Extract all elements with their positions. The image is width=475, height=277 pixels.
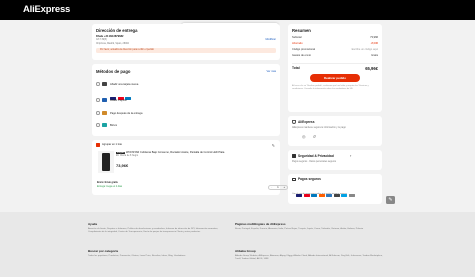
- top-header: AliExpress: [0, 0, 475, 20]
- total-label: Total: [292, 66, 300, 70]
- secure-payments-text: Con el uso de pago procesados que están …: [292, 193, 347, 195]
- product-price: 73,96€: [116, 163, 129, 168]
- product-title-line: Elegido WOOSTAR Cubiteras Bajo Consumo, …: [116, 151, 276, 154]
- product-title[interactable]: WOOSTAR Cubiteras Bajo Consumo, Rociador…: [126, 151, 224, 154]
- protection-card: AliExpress AliExpress mantiene segura tu…: [288, 116, 382, 146]
- security-title: Seguridad & Privacidad: [298, 154, 334, 158]
- address-warning: Por favor, actualiza la dirección para r…: [96, 48, 276, 53]
- summary-row-promo: Código promocional Escribe un código aqu…: [292, 48, 378, 51]
- cash-icon: [102, 111, 107, 115]
- product-variant[interactable]: EU Oferta de 8 Negro: [116, 155, 138, 157]
- delivery-info: Entrega: Llega en 2 días: [97, 185, 123, 188]
- secure-payments-card: Pagos seguros Con el uso de pago procesa…: [288, 174, 382, 204]
- promo-code-input[interactable]: Escribe un código aquí: [352, 48, 378, 51]
- summary-divider: [292, 63, 378, 64]
- bizum-icon: [102, 123, 107, 127]
- footer: Ayuda Atención al cliente, Disputas e In…: [0, 212, 475, 277]
- minus-icon[interactable]: −: [271, 186, 272, 191]
- view-more-link[interactable]: Ver más: [266, 70, 276, 73]
- credit-card-icon: [102, 82, 107, 86]
- footer-group-text[interactable]: Alibaba Group Website, AliExpress, Alima…: [235, 255, 383, 261]
- shield-icon: [292, 120, 296, 124]
- footer-browse-title: Buscar por categoría: [88, 249, 119, 253]
- footer-help-text[interactable]: Atención al cliente, Disputas e Informes…: [88, 228, 228, 234]
- plus-icon[interactable]: +: [284, 186, 285, 191]
- edit-address-link[interactable]: Modificar: [265, 38, 276, 41]
- summary-row-shipping: Gastos de envío Gratis: [292, 54, 378, 57]
- summary-row-subtotal: Subtotal 73,96€: [292, 36, 378, 39]
- subtotal-value: 73,96€: [370, 36, 378, 39]
- shipping-fee-value: Gratis: [371, 54, 378, 57]
- address-line-2: Chipriona, Madrid, Spain, 28002: [96, 42, 129, 45]
- protection-text: AliExpress mantiene segura tu informació…: [292, 127, 346, 129]
- footer-group-title: Alibaba Group: [235, 249, 256, 253]
- legal-text: Al hacer clic en 'Realizar pedido', conf…: [292, 85, 369, 90]
- items-card: Agrupar en 1 lote ✎ Elegido WOOSTAR Cubi…: [92, 140, 288, 195]
- return-icon: ↺: [312, 134, 316, 139]
- payment-method-bizum[interactable]: Bizum: [110, 124, 117, 127]
- payment-card: Métodos de pago Ver más Añadir una tarje…: [92, 64, 280, 136]
- protection-icons: ◎ ↺: [302, 134, 316, 139]
- card-icon: [292, 177, 296, 181]
- payment-method-cod[interactable]: Pago después de la entrega: [110, 112, 142, 115]
- subtotal-label: Subtotal: [292, 36, 302, 39]
- quantity-stepper[interactable]: − 1 +: [268, 185, 288, 190]
- promo-label: Código promocional: [292, 48, 316, 51]
- total-value: 65,96€: [365, 65, 378, 71]
- appliance-icon: [102, 153, 110, 171]
- footer-group: Alibaba Group Alibaba Group Website, Ali…: [235, 249, 383, 261]
- quantity-value: 1: [277, 186, 279, 189]
- feedback-button[interactable]: ✎: [386, 196, 395, 204]
- radio-paypal[interactable]: [96, 98, 100, 102]
- footer-help-title: Ayuda: [88, 222, 98, 226]
- payment-title: Métodos de pago: [96, 69, 131, 74]
- payment-method-new-card[interactable]: Añadir una tarjeta nueva: [110, 83, 138, 86]
- summary-title: Resumen: [292, 28, 311, 33]
- group-label: Agrupar en 1 lote: [102, 143, 122, 147]
- choice-badge: Elegido: [116, 152, 126, 154]
- paypal-icon: [102, 98, 107, 102]
- select-all-checkbox[interactable]: [96, 143, 100, 147]
- delete-icon[interactable]: ✎: [272, 143, 275, 148]
- footer-multilang-text[interactable]: Rusia, Portugal, España, Francia, Aleman…: [235, 228, 383, 231]
- security-card: Seguridad & Privacidad › Pagos seguros ·…: [288, 150, 382, 170]
- place-order-button[interactable]: Realizar pedido: [310, 74, 360, 82]
- saved-label: Ahorrado: [292, 42, 303, 45]
- radio-cash-on-delivery[interactable]: [96, 111, 100, 115]
- lock-icon: [292, 154, 296, 158]
- security-text: Pagos seguros · Datos personales seguros: [292, 161, 337, 163]
- footer-multilang-title: Páginas multilingües de AliExpress: [235, 222, 286, 226]
- aliexpress-logo[interactable]: AliExpress: [23, 4, 70, 15]
- total-row: Total 65,96€: [292, 65, 378, 71]
- summary-row-saved: Ahorrado -8,00€: [292, 42, 378, 45]
- card-brand-icons: [110, 87, 133, 105]
- shipping-fee-label: Gastos de envío: [292, 54, 311, 57]
- footer-help: Ayuda Atención al cliente, Disputas e In…: [88, 222, 228, 234]
- secure-payments-title: Pagos seguros: [298, 177, 321, 181]
- footer-browse-text[interactable]: Todas las populares, Productos, Promoció…: [88, 255, 228, 258]
- shipping-card: Dirección de entrega Dhalu +34 991387968…: [92, 24, 280, 60]
- radio-new-card[interactable]: [96, 82, 100, 86]
- product-image[interactable]: [98, 151, 114, 173]
- payment-method-paypal[interactable]: Añadir PayPal: [110, 99, 126, 102]
- radio-bizum[interactable]: [96, 123, 100, 127]
- secure-payment-icon: ◎: [302, 134, 306, 139]
- saved-value: -8,00€: [370, 42, 378, 45]
- chevron-right-icon[interactable]: ›: [350, 153, 351, 158]
- recipient-name: Dhalu +34 9913879682: [96, 35, 124, 38]
- footer-browse: Buscar por categoría Todas las populares…: [88, 249, 228, 258]
- address-line-1: C/17 39(5): [96, 39, 107, 41]
- protection-title: AliExpress: [298, 120, 315, 124]
- summary-card: Resumen Subtotal 73,96€ Ahorrado -8,00€ …: [288, 24, 382, 112]
- footer-multilang: Páginas multilingües de AliExpress Rusia…: [235, 222, 383, 231]
- shipping-title: Dirección de entrega: [96, 28, 138, 33]
- shipping-info: Envío: Envío gratis: [97, 182, 118, 184]
